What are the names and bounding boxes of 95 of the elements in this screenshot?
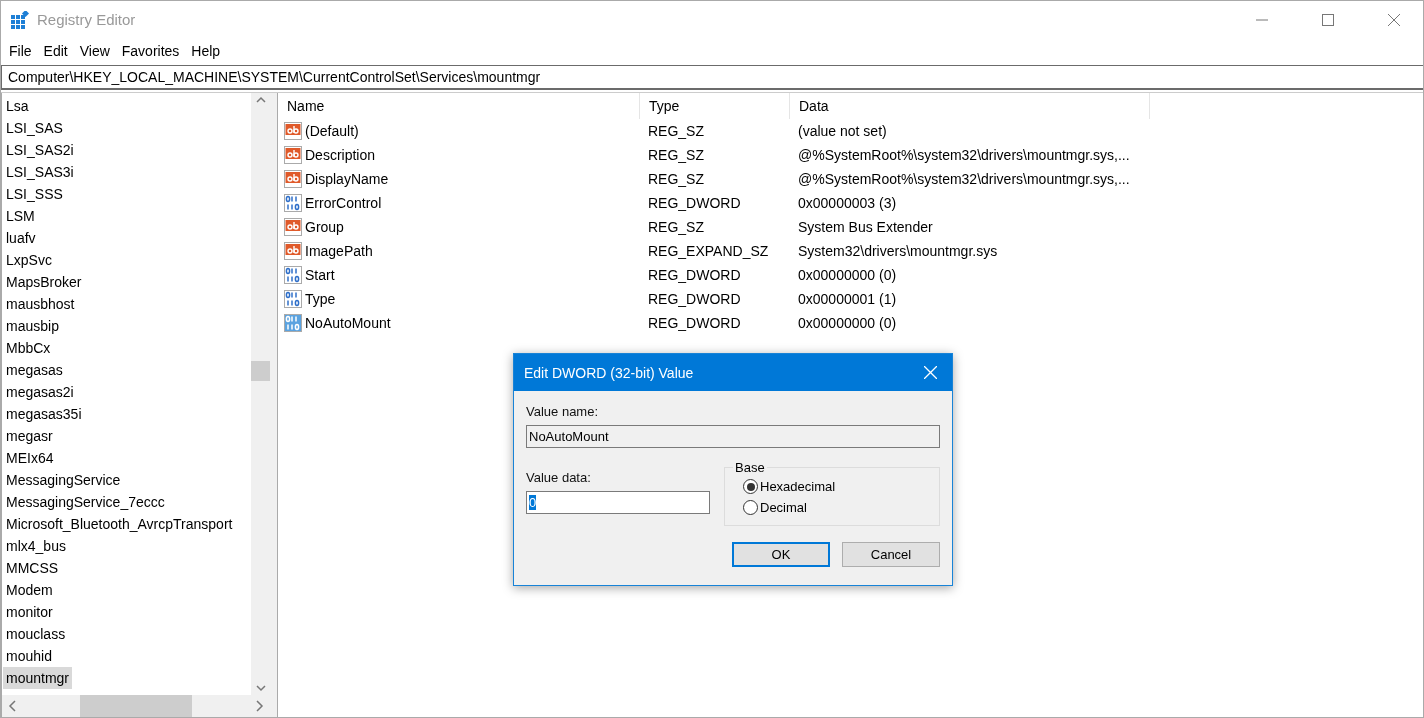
tree-item[interactable]: MessagingService xyxy=(3,469,124,491)
column-header[interactable]: Name xyxy=(278,93,640,119)
value-data: System Bus Extender xyxy=(797,219,934,235)
column-header[interactable]: Data xyxy=(790,93,1150,119)
value-name[interactable]: Type xyxy=(305,291,336,307)
value-type: REG_DWORD xyxy=(647,315,742,331)
window-title: Registry Editor xyxy=(37,11,137,28)
value-type: REG_DWORD xyxy=(647,195,742,211)
binary-value-icon xyxy=(284,266,302,284)
tree-item[interactable]: Microsoft_Bluetooth_AvrcpTransport xyxy=(3,513,236,535)
tree-item[interactable]: megasas35i xyxy=(3,403,85,425)
tree-item[interactable]: mausbhost xyxy=(3,293,78,315)
horizontal-scrollbar[interactable] xyxy=(2,695,270,717)
value-type: REG_DWORD xyxy=(647,267,742,283)
tree-item[interactable]: MessagingService_7eccc xyxy=(3,491,168,513)
value-type: REG_EXPAND_SZ xyxy=(647,243,770,259)
tree-item[interactable]: LSI_SSS xyxy=(3,183,66,205)
scroll-left-icon[interactable] xyxy=(8,700,18,712)
value-data: (value not set) xyxy=(797,123,888,139)
tree-item[interactable]: Lsa xyxy=(3,95,32,117)
radio-label[interactable]: Hexadecimal xyxy=(760,479,836,494)
string-value-icon xyxy=(284,170,302,188)
tree-item[interactable]: mlx4_bus xyxy=(3,535,69,557)
value-type: REG_SZ xyxy=(647,123,705,139)
cancel-button[interactable]: Cancel xyxy=(842,542,940,567)
tree-item[interactable]: mountmgr xyxy=(3,667,73,689)
tree-item[interactable]: MMCSS xyxy=(3,557,62,579)
tree-item[interactable]: mausbip xyxy=(3,315,62,337)
tree-item[interactable]: MbbCx xyxy=(3,337,54,359)
close-icon xyxy=(923,366,937,379)
radio-button[interactable] xyxy=(743,479,758,494)
value-data: 0x00000001 (1) xyxy=(797,291,898,307)
value-type: REG_DWORD xyxy=(647,291,742,307)
field-label: Value data: xyxy=(526,470,592,485)
field-label: Value name: xyxy=(526,404,600,419)
tree-item[interactable]: MEIx64 xyxy=(3,447,57,469)
menu-item[interactable]: Edit xyxy=(37,42,74,59)
string-value-icon xyxy=(284,242,302,260)
tree-item[interactable]: monitor xyxy=(3,601,56,623)
tree-item[interactable]: luafv xyxy=(3,227,39,249)
dialog-title: Edit DWORD (32-bit) Value xyxy=(524,364,694,381)
tree-item[interactable]: mouclass xyxy=(3,623,69,645)
minimize-icon xyxy=(1256,18,1268,21)
tree-item[interactable]: mouhid xyxy=(3,645,55,667)
value-name[interactable]: DisplayName xyxy=(305,171,389,187)
value-type: REG_SZ xyxy=(647,171,705,187)
scrollbar-thumb[interactable] xyxy=(251,361,270,381)
ok-button[interactable]: OK xyxy=(732,542,830,567)
binary-value-icon xyxy=(284,290,302,308)
scroll-right-icon[interactable] xyxy=(254,700,264,712)
tree-item[interactable]: LSI_SAS xyxy=(3,117,66,139)
value-name-field[interactable]: NoAutoMount xyxy=(526,425,940,448)
string-value-icon xyxy=(284,122,302,140)
value-type: REG_SZ xyxy=(647,147,705,163)
value-name[interactable]: ErrorControl xyxy=(305,195,382,211)
value-type: REG_SZ xyxy=(647,219,705,235)
tree-item[interactable]: LSI_SAS3i xyxy=(3,161,77,183)
value-data: System32\drivers\mountmgr.sys xyxy=(797,243,999,259)
menu-item[interactable]: File xyxy=(3,42,38,59)
column-header[interactable]: Type xyxy=(640,93,790,119)
value-data-field[interactable]: 0 xyxy=(526,491,710,514)
menu-item[interactable]: Help xyxy=(185,42,227,59)
value-data: 0x00000000 (0) xyxy=(797,315,898,331)
tree-item[interactable]: Modem xyxy=(3,579,56,601)
radio-button[interactable] xyxy=(743,500,758,515)
menu-item[interactable]: View xyxy=(73,42,116,59)
value-data: 0x00000000 (0) xyxy=(797,267,898,283)
binary-value-icon xyxy=(284,314,302,332)
close-icon xyxy=(1388,13,1400,26)
value-name[interactable]: Group xyxy=(305,219,344,235)
tree-item[interactable]: megasr xyxy=(3,425,56,447)
value-name[interactable]: ImagePath xyxy=(305,243,373,259)
tree-item[interactable]: LxpSvc xyxy=(3,249,55,271)
group-label: Base xyxy=(734,460,766,475)
maximize-icon xyxy=(1322,13,1334,26)
address-bar[interactable]: Computer\HKEY_LOCAL_MACHINE\SYSTEM\CurrentControlSet\Services\mountmgr xyxy=(1,65,1423,90)
value-name[interactable]: (Default) xyxy=(305,123,359,139)
radio-label[interactable]: Decimal xyxy=(760,500,807,515)
tree-item[interactable]: LSI_SAS2i xyxy=(3,139,77,161)
string-value-icon xyxy=(284,146,302,164)
value-name[interactable]: Description xyxy=(305,147,376,163)
tree-item[interactable]: LSM xyxy=(3,205,38,227)
binary-value-icon xyxy=(284,194,302,212)
value-data: @%SystemRoot%\system32\drivers\mountmgr.sys,... xyxy=(797,171,1131,187)
tree-item[interactable]: megasas2i xyxy=(3,381,77,403)
value-data: @%SystemRoot%\system32\drivers\mountmgr.sys,... xyxy=(797,147,1131,163)
tree-item[interactable]: MapsBroker xyxy=(3,271,85,293)
value-name[interactable]: Start xyxy=(305,267,335,283)
scrollbar-thumb[interactable] xyxy=(80,695,192,717)
menu-item[interactable]: Favorites xyxy=(115,42,186,59)
registry-app-icon xyxy=(11,10,29,29)
tree-item[interactable]: megasas xyxy=(3,359,66,381)
value-name[interactable]: NoAutoMount xyxy=(305,315,391,331)
string-value-icon xyxy=(284,218,302,236)
value-data: 0x00000003 (3) xyxy=(797,195,898,211)
